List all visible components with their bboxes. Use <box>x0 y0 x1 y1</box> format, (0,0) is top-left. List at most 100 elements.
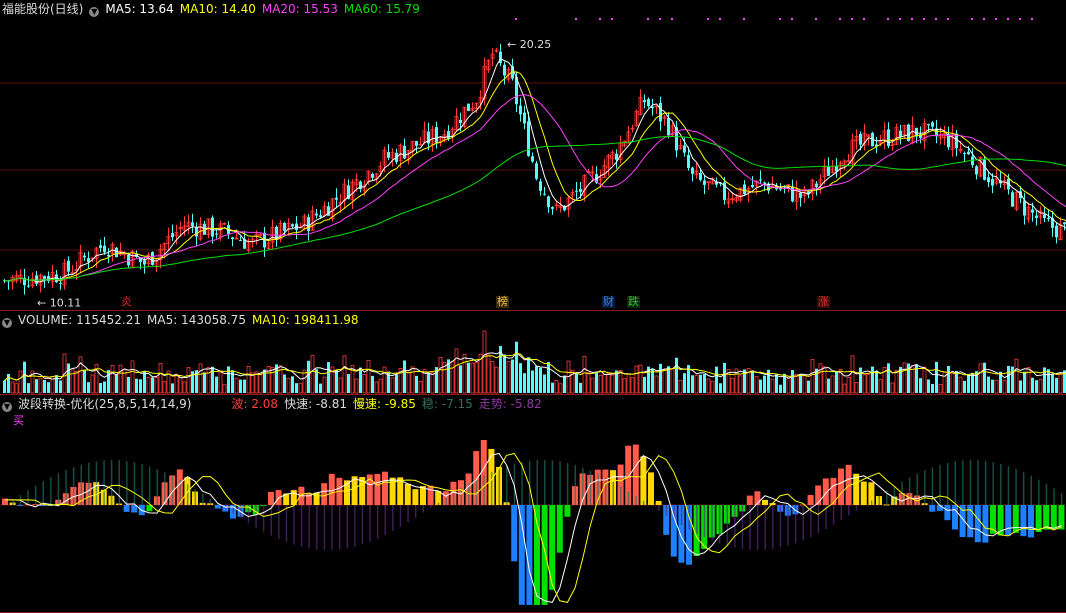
collapse-icon[interactable]: ▼ <box>2 402 12 412</box>
volume-bar <box>103 381 106 393</box>
candle-body <box>67 260 70 272</box>
candle-body <box>547 196 550 208</box>
volume-bar <box>799 374 802 393</box>
candle-body <box>983 159 986 180</box>
volume-bar <box>551 382 554 393</box>
signal-dot <box>671 18 673 20</box>
volume-bar <box>506 361 511 394</box>
candle-body <box>447 131 450 139</box>
stable-bar <box>756 505 759 550</box>
volume-bar <box>354 378 359 394</box>
volume-bar <box>59 380 62 393</box>
ma10-value: MA10: 14.40 <box>179 2 256 16</box>
oscillator-chart[interactable] <box>0 395 1066 613</box>
oscillator-bar <box>518 505 525 605</box>
stable-bar <box>870 500 873 505</box>
oscillator-pane[interactable]: ▼ 波段转换-优化(25,8,5,14,14,9) 波: 2.08 快速: -8.81… <box>0 395 1066 613</box>
stable-bar <box>331 505 333 550</box>
volume-bar <box>730 378 735 394</box>
volume-bar <box>198 363 203 394</box>
volume-bar <box>842 383 847 394</box>
volume-bar <box>366 360 371 394</box>
stable-bar <box>361 505 364 545</box>
volume-bar <box>523 373 526 393</box>
stable-bar <box>969 460 972 505</box>
stable-bar <box>642 500 645 505</box>
candle-body <box>859 133 862 145</box>
stable-bar <box>148 466 151 505</box>
volume-bar <box>482 330 487 394</box>
oscillator-bar <box>807 495 814 505</box>
volume-bar <box>719 383 722 393</box>
stable-bar <box>490 471 493 505</box>
volume-bar <box>14 383 19 394</box>
volume-bar <box>490 361 495 394</box>
volume-bar <box>406 372 411 394</box>
volume-bar <box>298 382 303 394</box>
stable-bar <box>984 460 987 505</box>
volume-bar <box>862 374 867 394</box>
volume-bar <box>78 356 83 394</box>
candle-body <box>955 133 958 149</box>
volume-bar <box>927 379 930 393</box>
volume-bar <box>638 364 643 394</box>
stable-bar <box>27 490 29 505</box>
volume-bar <box>963 380 966 393</box>
volume-bar <box>850 355 855 394</box>
candle-body <box>791 186 794 202</box>
oscillator-bar <box>982 505 989 543</box>
volume-bar <box>374 381 379 394</box>
stable-bar <box>650 505 652 506</box>
signal-dot <box>935 18 937 20</box>
candle-body <box>171 233 174 238</box>
stable-bar <box>620 486 622 505</box>
stable-bar <box>528 460 531 505</box>
stable-bar <box>407 505 409 523</box>
candle-body <box>531 156 534 162</box>
volume-value: VOLUME: 115452.21 <box>18 313 141 327</box>
stable-bar <box>787 505 789 546</box>
oscillator-bar <box>746 495 753 505</box>
volume-bar <box>415 375 418 393</box>
stable-bar <box>308 505 310 549</box>
volume-bar <box>670 368 675 394</box>
candle-body <box>503 64 506 76</box>
volume-bar <box>606 372 611 394</box>
volume-bar <box>99 383 102 393</box>
oscillator-bar <box>556 505 563 553</box>
price-marker-5: 涨 <box>817 295 830 308</box>
candle-body <box>35 275 38 284</box>
volume-bar <box>74 370 79 394</box>
volume-bar <box>35 379 38 393</box>
volume-bar <box>494 366 499 394</box>
volume-bar <box>547 362 550 393</box>
oscillator-bar <box>541 505 548 605</box>
volume-bar <box>335 370 338 393</box>
collapse-icon[interactable]: ▼ <box>2 318 12 328</box>
stable-bar <box>72 467 75 505</box>
stable-bar <box>118 460 120 505</box>
volume-bar <box>55 375 58 393</box>
stable-bar <box>627 491 630 505</box>
volume-bar <box>875 370 878 393</box>
oscillator-bar <box>944 505 951 521</box>
volume-bar <box>371 375 374 393</box>
stable-bar <box>285 505 288 543</box>
volume-bar <box>703 374 706 393</box>
candle-body <box>1011 192 1014 207</box>
volume-bar <box>1002 379 1007 394</box>
price-pane[interactable]: ← 20.25 ← 10.11 福能股份(日线) ▼ MA5: 13.64 MA10: … <box>0 0 1066 311</box>
candle-body <box>467 103 470 111</box>
candle-body <box>667 117 670 136</box>
stable-bar <box>551 460 554 505</box>
volume-bar <box>618 369 623 394</box>
volume-bar <box>342 355 347 394</box>
volume-pane[interactable]: ▼ VOLUME: 115452.21 MA5: 143058.75 MA10: 19… <box>0 311 1066 395</box>
signal-dot <box>1019 18 1021 20</box>
price-chart[interactable]: ← 20.25 ← 10.11 <box>0 0 1066 311</box>
volume-bar <box>171 383 174 393</box>
signal-dot <box>1031 18 1033 20</box>
volume-bar <box>794 373 799 394</box>
volume-bar <box>178 377 183 394</box>
collapse-icon[interactable]: ▼ <box>89 7 100 17</box>
